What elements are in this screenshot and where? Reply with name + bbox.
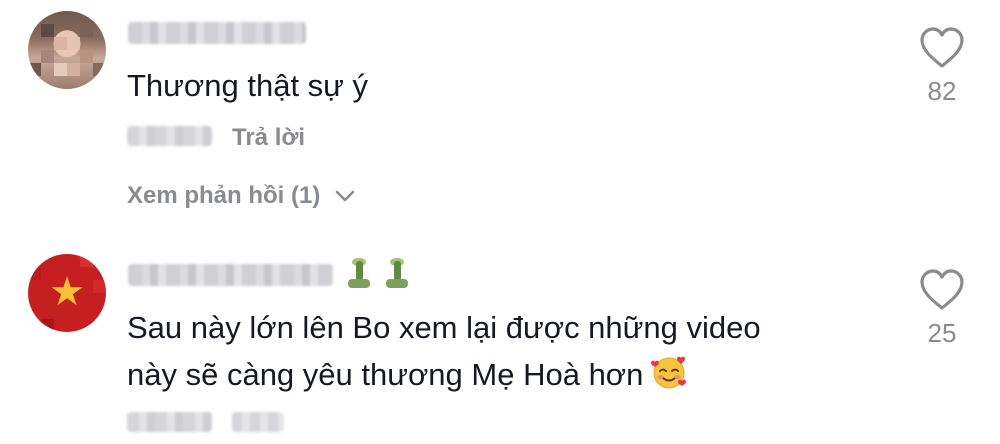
timestamp-blurred	[127, 126, 212, 146]
like-count: 82	[927, 76, 957, 106]
comment-text-line-content: này sẽ càng yêu thương Mẹ Hoà hơn	[127, 357, 644, 392]
view-replies-label: Xem phản hồi (1)	[127, 182, 321, 209]
view-replies-button[interactable]: Xem phản hồi (1)	[127, 181, 358, 211]
comment-text-line: này sẽ càng yêu thương Mẹ Hoà hơn	[127, 351, 761, 398]
comment-text-line: Sau này lớn lên Bo xem lại được những vi…	[127, 310, 761, 345]
heart-icon	[920, 27, 964, 68]
chevron-down-icon	[336, 190, 355, 202]
reply-button-blurred[interactable]	[232, 412, 284, 432]
star-icon: ★	[49, 269, 85, 316]
heart-icon	[920, 269, 964, 310]
comment-meta	[127, 410, 427, 434]
avatar[interactable]	[28, 11, 106, 89]
avatar[interactable]: ★	[28, 254, 106, 332]
like-count: 25	[927, 318, 957, 348]
like-button[interactable]: 25	[902, 268, 982, 348]
comment-meta: Trả lời	[127, 124, 427, 151]
reply-button[interactable]: Trả lời	[232, 124, 305, 152]
username-blurred[interactable]	[128, 22, 306, 44]
comment-text: Thương thật sự ý	[127, 68, 369, 103]
username-blurred[interactable]	[128, 264, 333, 286]
badge-icon	[383, 258, 411, 290]
smiling-face-with-hearts-icon	[651, 356, 687, 389]
like-button[interactable]: 82	[902, 26, 982, 106]
comment-text: Sau này lớn lên Bo xem lại được những vi…	[127, 304, 761, 398]
badge-icon	[345, 258, 373, 290]
timestamp-blurred	[127, 412, 212, 432]
comment-item: Thương thật sự ý Trả lời Xem phản hồi (1…	[0, 0, 1000, 222]
comment-item: ★ Sau này lớn lên Bo xem lại được những …	[0, 240, 1000, 444]
